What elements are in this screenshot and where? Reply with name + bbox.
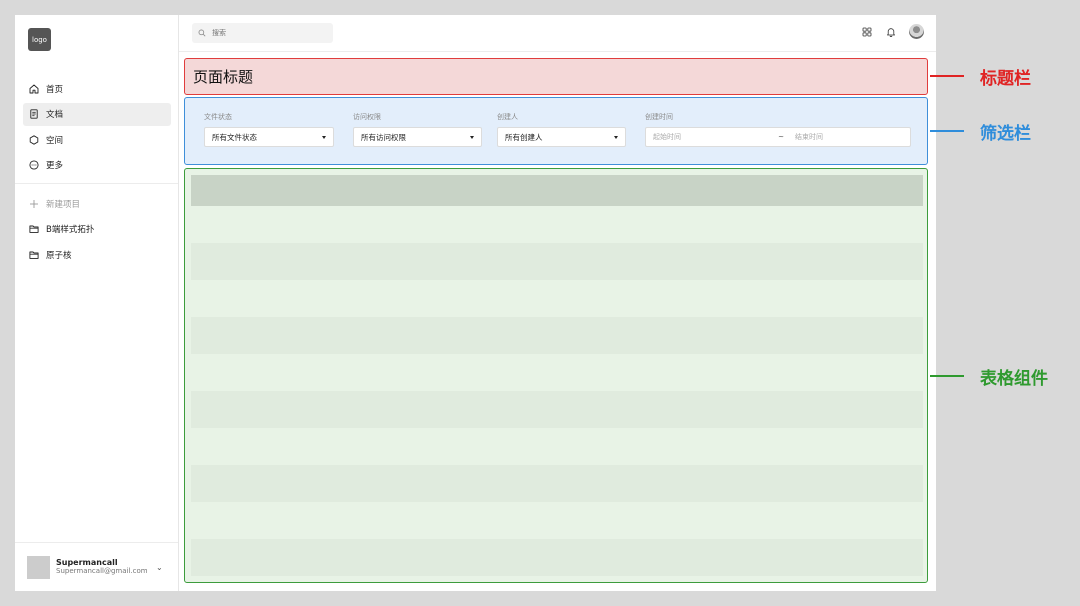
sidebar-item-more[interactable]: 更多 xyxy=(23,154,171,177)
topbar-actions xyxy=(849,24,924,39)
project-list: 新建项目 B端样式拓扑 原子核 xyxy=(23,192,171,269)
status-select-value: 所有文件状态 xyxy=(212,132,257,142)
new-project-label: 新建项目 xyxy=(46,199,81,210)
title-bar-annotation-line xyxy=(930,75,964,77)
table-row[interactable] xyxy=(191,317,923,354)
caret-down-icon xyxy=(322,135,326,139)
sidebar: logo 首页 文档 空间 更多 新建项目 B端样式拓扑 原子核 Superma… xyxy=(15,15,179,591)
table-row[interactable] xyxy=(191,502,923,539)
topbar xyxy=(179,15,936,52)
user-profile[interactable]: Supermancall Supermancall@gmail.com ⌄ xyxy=(15,542,178,591)
table-annotation-line xyxy=(930,375,964,377)
table-row[interactable] xyxy=(191,280,923,317)
user-info: Supermancall Supermancall@gmail.com xyxy=(56,558,156,575)
filter-creator-label: 创建人 xyxy=(497,113,518,121)
filter-access: 访问权限 所有访问权限 xyxy=(353,112,482,147)
date-range-picker[interactable]: 起始时间 ~ 结束时间 xyxy=(645,127,911,147)
sidebar-item-label: 空间 xyxy=(46,135,64,146)
sidebar-item-home[interactable]: 首页 xyxy=(23,77,171,100)
creator-select[interactable]: 所有创建人 xyxy=(497,127,626,147)
table-row[interactable] xyxy=(191,539,923,576)
apps-icon[interactable] xyxy=(861,26,873,38)
space-icon xyxy=(29,134,39,145)
sidebar-item-label: 首页 xyxy=(46,84,64,95)
data-table xyxy=(191,175,923,576)
table-row[interactable] xyxy=(191,391,923,428)
filter-status-label: 文件状态 xyxy=(204,113,232,121)
home-icon xyxy=(29,84,39,93)
plus-icon xyxy=(30,199,38,208)
sidebar-item-space[interactable]: 空间 xyxy=(23,128,171,151)
page-title-bar: 页面标题 xyxy=(184,58,928,95)
table-annotation: 表格组件 xyxy=(980,369,1048,389)
sidebar-divider xyxy=(15,183,178,184)
search-icon xyxy=(198,29,206,37)
user-email: Supermancall@gmail.com xyxy=(56,566,148,575)
sidebar-item-label: 文档 xyxy=(46,110,64,120)
project-item-b-topology[interactable]: B端样式拓扑 xyxy=(23,218,171,241)
access-select-value: 所有访问权限 xyxy=(361,132,406,142)
filter-bar-annotation: 筛选栏 xyxy=(980,124,1031,144)
caret-down-icon xyxy=(470,135,474,139)
project-item-atom[interactable]: 原子核 xyxy=(23,243,171,266)
avatar xyxy=(27,555,50,579)
table-row[interactable] xyxy=(191,428,923,465)
bell-icon[interactable] xyxy=(885,26,897,38)
filter-bar-annotation-line xyxy=(930,130,964,132)
table-header xyxy=(191,175,923,206)
sidebar-nav: 首页 文档 空间 更多 xyxy=(23,77,171,179)
project-item-label: B端样式拓扑 xyxy=(46,225,95,235)
project-item-label: 原子核 xyxy=(46,250,72,261)
filter-bar: 文件状态 所有文件状态 访问权限 所有访问权限 创建人 所有创建人 创建时间 起… xyxy=(184,97,928,165)
search-input[interactable] xyxy=(212,29,322,37)
start-date-field[interactable]: 起始时间 xyxy=(653,132,775,142)
caret-down-icon xyxy=(614,135,618,139)
search-box[interactable] xyxy=(192,23,333,43)
range-separator: ~ xyxy=(778,133,784,141)
creator-select-value: 所有创建人 xyxy=(505,132,543,142)
table-component xyxy=(184,168,928,583)
status-select[interactable]: 所有文件状态 xyxy=(204,127,334,147)
filter-status: 文件状态 所有文件状态 xyxy=(204,112,334,147)
sidebar-item-documents[interactable]: 文档 xyxy=(23,102,171,126)
sidebar-item-label: 更多 xyxy=(46,161,64,171)
filter-creator: 创建人 所有创建人 xyxy=(497,112,626,147)
access-select[interactable]: 所有访问权限 xyxy=(353,127,482,147)
new-project-button[interactable]: 新建项目 xyxy=(23,192,171,215)
table-row[interactable] xyxy=(191,465,923,502)
title-bar-annotation: 标题栏 xyxy=(980,69,1031,89)
table-row[interactable] xyxy=(191,206,923,243)
filter-time: 创建时间 起始时间 ~ 结束时间 xyxy=(645,112,911,147)
folder-icon xyxy=(29,225,39,233)
user-avatar[interactable] xyxy=(909,24,924,39)
filter-time-label: 创建时间 xyxy=(645,113,673,121)
document-icon xyxy=(30,109,38,119)
table-row[interactable] xyxy=(191,243,923,280)
end-date-field[interactable]: 结束时间 xyxy=(795,132,823,142)
logo[interactable]: logo xyxy=(28,28,51,51)
filter-access-label: 访问权限 xyxy=(353,113,381,121)
table-row[interactable] xyxy=(191,354,923,391)
more-icon xyxy=(29,160,39,170)
page-title: 页面标题 xyxy=(193,68,254,86)
folder-icon xyxy=(29,251,39,259)
chevron-down-icon[interactable]: ⌄ xyxy=(156,563,168,572)
